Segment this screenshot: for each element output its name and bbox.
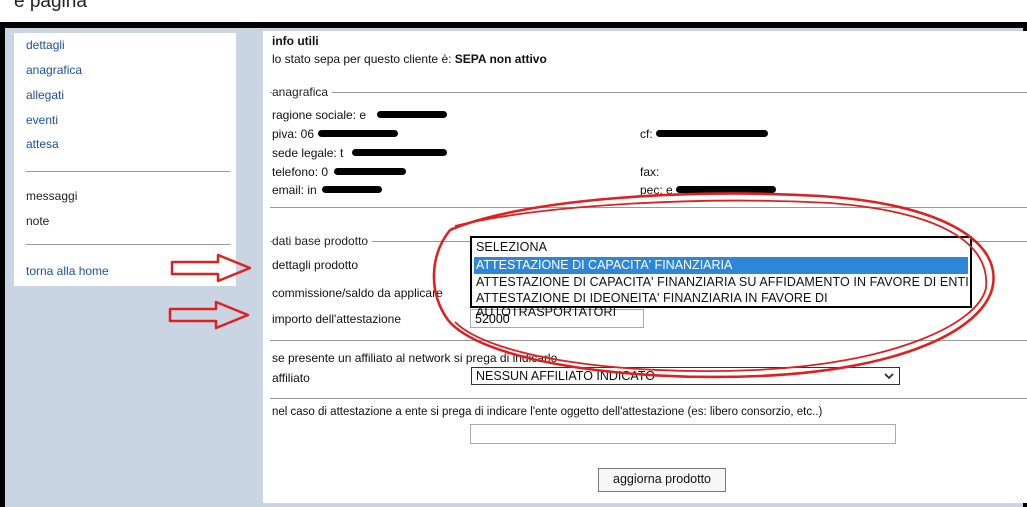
sidebar-item-note[interactable]: note <box>26 214 49 228</box>
sepa-status-text: lo stato sepa per questo cliente è: SEPA… <box>272 52 547 66</box>
top-strip-text: e pagina <box>14 0 87 12</box>
dettagli-prodotto-label: dettagli prodotto <box>272 258 359 272</box>
sidebar-item-eventi[interactable]: eventi <box>26 113 58 127</box>
importo-label: importo dell'attestazione <box>272 312 402 326</box>
redaction-mark <box>334 168 406 175</box>
pec-text: pec: e <box>640 183 673 197</box>
redaction-mark <box>318 130 398 137</box>
section-divider <box>270 340 1027 341</box>
anagrafica-legend: anagrafica <box>272 85 333 99</box>
sidebar-item-allegati[interactable]: allegati <box>26 88 64 102</box>
telefono-text: telefono: 0 <box>272 165 329 179</box>
cf-text: cf: <box>640 127 653 141</box>
aggiorna-prodotto-button[interactable]: aggiorna prodotto <box>598 468 726 492</box>
dropdown-option-selected-label: ATTESTAZIONE DI CAPACITA' FINANZIARIA <box>476 258 733 272</box>
chevron-down-icon <box>884 373 894 380</box>
section-divider <box>270 207 1027 208</box>
ente-input[interactable] <box>470 424 896 444</box>
section-divider <box>270 398 1027 399</box>
dropdown-option[interactable]: ATTESTAZIONE DI IDEONEITA' FINANZIARIA I… <box>476 291 970 319</box>
product-dropdown-list[interactable]: SELEZIONA ATTESTAZIONE DI CAPACITA' FINA… <box>470 236 972 319</box>
sidebar-divider <box>26 171 230 172</box>
sepa-prefix: lo stato sepa per questo cliente è: <box>272 52 455 66</box>
redaction-mark <box>656 130 768 137</box>
redaction-mark <box>352 149 447 156</box>
sidebar-item-dettagli[interactable]: dettagli <box>26 38 65 52</box>
affiliato-selected-value: NESSUN AFFILIATO INDICATO <box>476 369 655 383</box>
dropdown-option[interactable]: SELEZIONA <box>476 240 547 254</box>
affiliato-note: se presente un affiliato al network si p… <box>272 351 558 365</box>
affiliato-select[interactable]: NESSUN AFFILIATO INDICATO <box>471 367 900 385</box>
fax-text: fax: <box>640 165 660 179</box>
sidebar-divider <box>26 244 230 245</box>
info-title: info utili <box>272 34 319 48</box>
affiliato-label: affiliato <box>272 371 310 385</box>
sepa-status-value: SEPA non attivo <box>454 52 547 66</box>
redaction-mark <box>322 186 382 193</box>
top-strip: e pagina <box>0 0 1027 22</box>
redaction-mark <box>377 111 447 118</box>
sidebar-item-messaggi[interactable]: messaggi <box>26 189 77 203</box>
sidebar-item-anagrafica[interactable]: anagrafica <box>26 63 82 77</box>
commissione-label: commissione/saldo da applicare <box>272 286 443 300</box>
redaction-mark <box>676 186 776 193</box>
sidebar-item-attesa[interactable]: attesa <box>26 137 59 151</box>
sede-legale-text: sede legale: t <box>272 146 344 160</box>
ente-note: nel caso di attestazione a ente si prega… <box>272 406 823 418</box>
anagrafica-fieldset-border <box>270 92 1027 93</box>
ragione-sociale-text: ragione sociale: e <box>272 108 367 122</box>
email-text: email: in <box>272 183 317 197</box>
sidebar-item-torna-alla-home[interactable]: torna alla home <box>26 264 109 278</box>
prodotto-legend: dati base prodotto <box>272 234 373 248</box>
dropdown-option-selected[interactable]: ATTESTAZIONE DI CAPACITA' FINANZIARIA <box>474 257 968 274</box>
sidebar: dettagli anagrafica allegati eventi atte… <box>14 33 236 286</box>
piva-text: piva: 06 <box>272 127 315 141</box>
dropdown-option[interactable]: ATTESTAZIONE DI CAPACITA' FINANZIARIA SU… <box>476 275 969 289</box>
